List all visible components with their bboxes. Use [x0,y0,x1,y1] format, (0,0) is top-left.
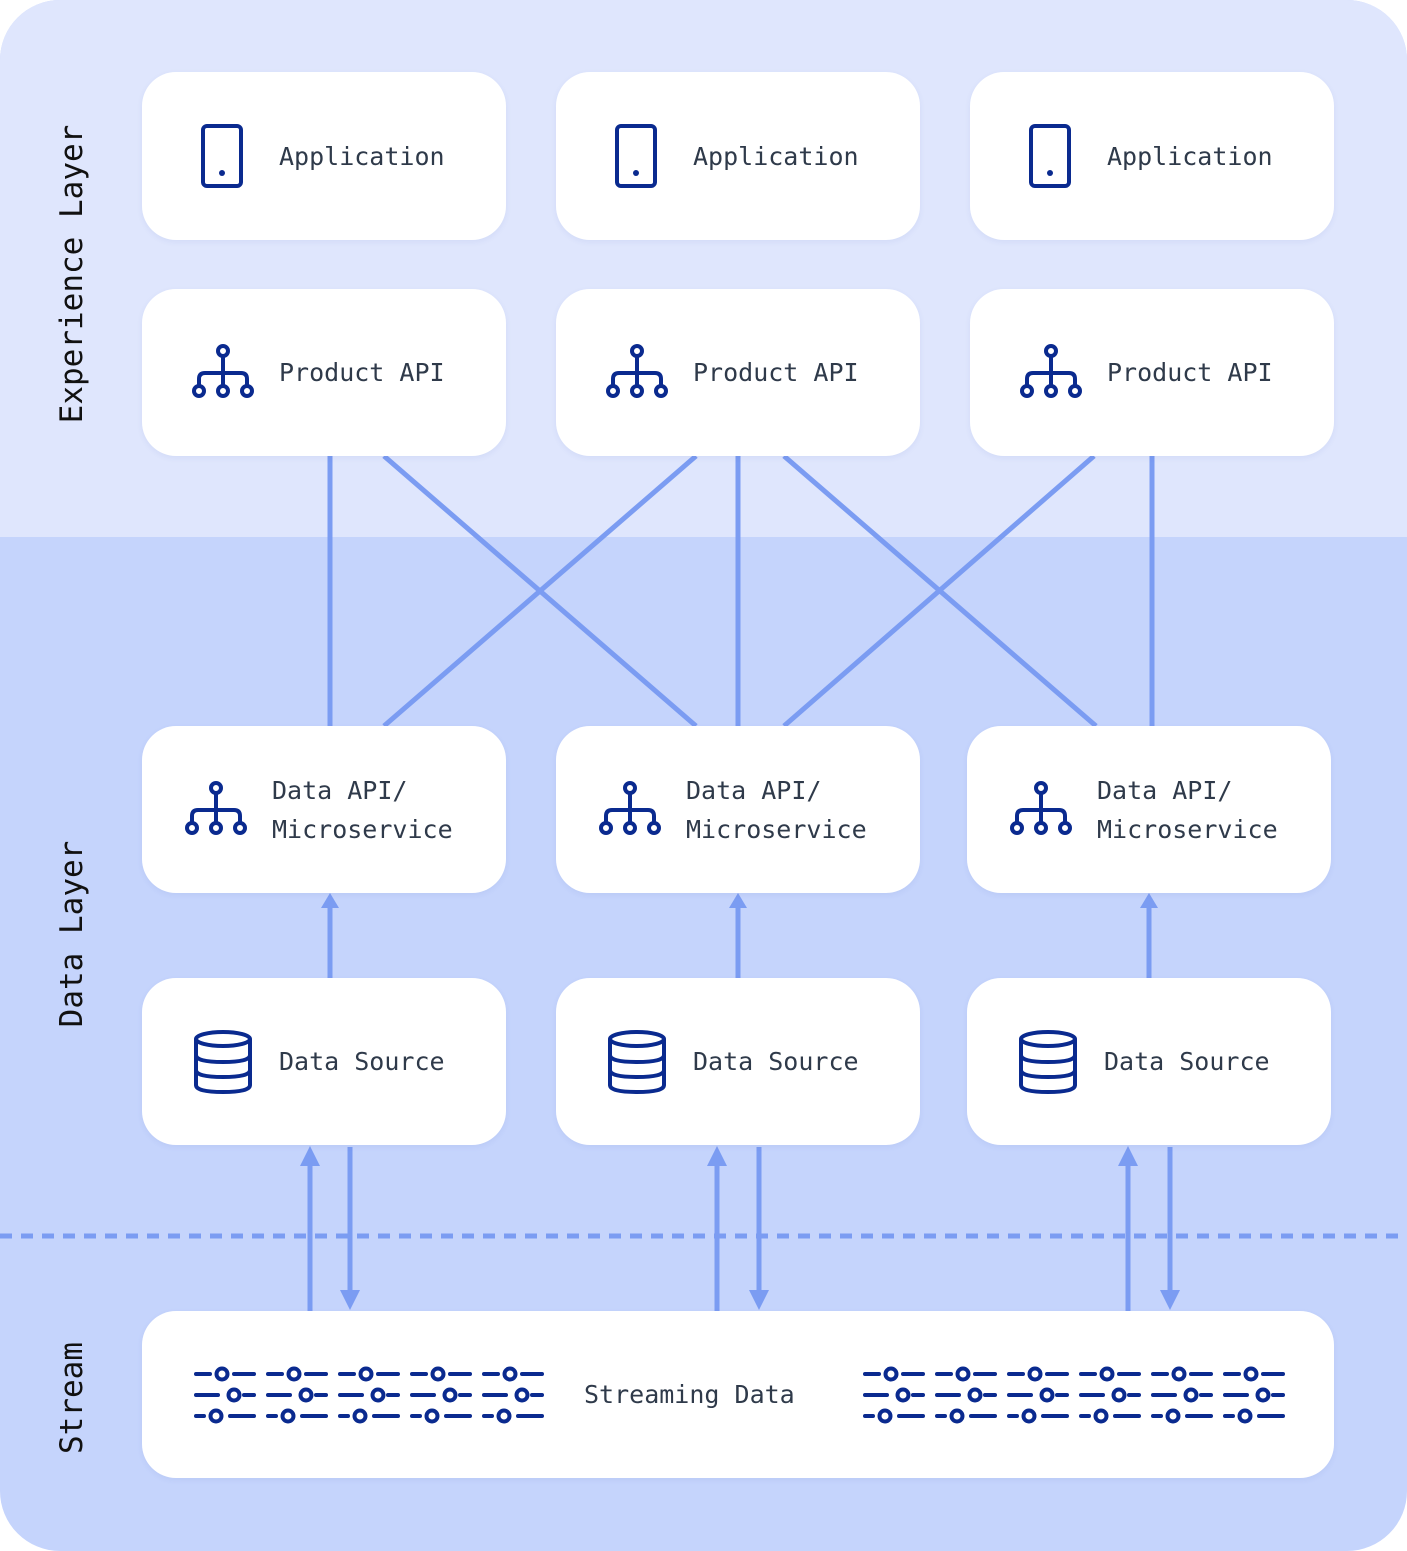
sliders-icon [482,1366,544,1424]
sliders-icon [194,1366,256,1424]
sliders-icon [1079,1366,1141,1424]
sliders-icon [1007,1366,1069,1424]
sliders-icon [1151,1366,1213,1424]
sliders-icon [338,1366,400,1424]
sliders-icon [1223,1366,1285,1424]
sliders-icon [410,1366,472,1424]
architecture-diagram: Experience Layer Data Layer Stream Appli… [0,0,1407,1551]
sliders-icon [863,1366,925,1424]
sliders-icon [935,1366,997,1424]
sliders-icon [266,1366,328,1424]
stream-icons [194,1366,1285,1424]
